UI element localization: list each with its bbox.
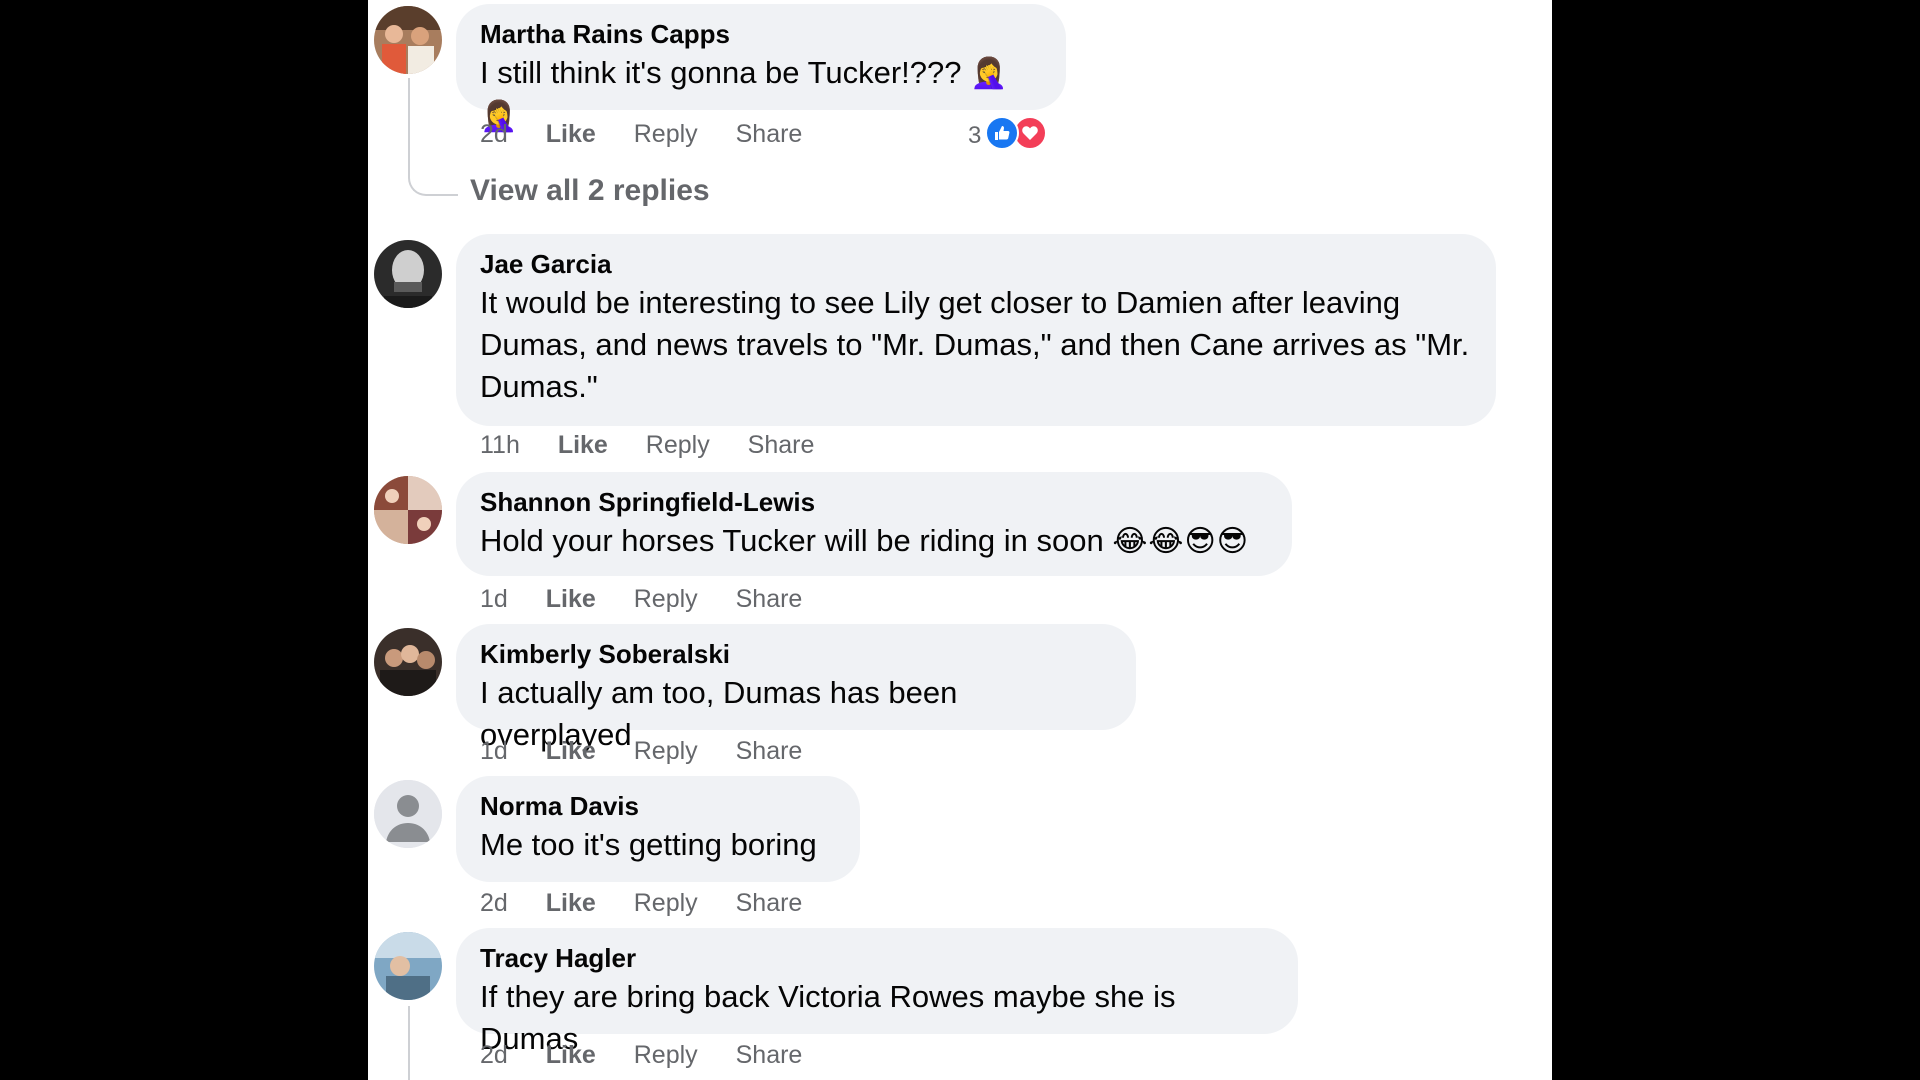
- comment-text: It would be interesting to see Lily get …: [480, 285, 1470, 404]
- comment-bubble: Shannon Springfield-Lewis Hold your hors…: [456, 472, 1292, 576]
- view-replies-link[interactable]: View all 2 replies: [470, 174, 710, 208]
- share-button[interactable]: Share: [736, 1040, 803, 1070]
- reply-button[interactable]: Reply: [634, 119, 698, 149]
- comment-time[interactable]: 2d: [480, 1040, 508, 1070]
- comment-bubble: Jae Garcia It would be interesting to se…: [456, 234, 1496, 426]
- like-button[interactable]: Like: [546, 1040, 596, 1070]
- avatar[interactable]: [374, 628, 442, 696]
- comment-text-content: I still think it's gonna be Tucker!???: [480, 55, 962, 90]
- reply-button[interactable]: Reply: [634, 736, 698, 766]
- thread-line: [408, 1006, 410, 1080]
- like-button[interactable]: Like: [546, 584, 596, 614]
- like-button[interactable]: Like: [546, 736, 596, 766]
- default-avatar-icon: [374, 780, 442, 848]
- reactions-summary[interactable]: 3: [968, 116, 1048, 150]
- reaction-count: 3: [968, 122, 982, 149]
- comment-time[interactable]: 2d: [480, 888, 508, 918]
- comment-actions: 2d Like Reply Share: [480, 1040, 833, 1070]
- avatar[interactable]: [374, 932, 442, 1000]
- share-button[interactable]: Share: [748, 430, 815, 460]
- comment-actions: 2d Like Reply Share: [480, 888, 833, 918]
- comment-bubble: Norma Davis Me too it's getting boring: [456, 776, 860, 882]
- comment-bubble: Kimberly Soberalski I actually am too, D…: [456, 624, 1136, 752]
- avatar[interactable]: [374, 476, 442, 544]
- comment-author[interactable]: Martha Rains Capps: [480, 18, 1042, 50]
- comment-time[interactable]: 1d: [480, 584, 508, 614]
- comment-author[interactable]: Norma Davis: [480, 790, 836, 822]
- comment-actions: 2d Like Reply Share: [480, 119, 833, 149]
- comments-panel: Martha Rains Capps I still think it's go…: [368, 0, 1552, 1080]
- comment-text-content: Hold your horses Tucker will be riding i…: [480, 523, 1104, 558]
- like-button[interactable]: Like: [546, 119, 596, 149]
- share-button[interactable]: Share: [736, 119, 803, 149]
- share-button[interactable]: Share: [736, 584, 803, 614]
- comment-text: Me too it's getting boring: [480, 827, 817, 862]
- thread-connector: [408, 150, 458, 196]
- share-button[interactable]: Share: [736, 736, 803, 766]
- reply-button[interactable]: Reply: [634, 1040, 698, 1070]
- avatar[interactable]: [374, 240, 442, 308]
- reply-button[interactable]: Reply: [634, 888, 698, 918]
- comment-text: Hold your horses Tucker will be riding i…: [480, 520, 1268, 563]
- comment-author[interactable]: Shannon Springfield-Lewis: [480, 486, 1268, 518]
- comment-bubble: Martha Rains Capps I still think it's go…: [456, 4, 1066, 133]
- comment-author[interactable]: Jae Garcia: [480, 248, 1472, 280]
- share-button[interactable]: Share: [736, 888, 803, 918]
- comment-author[interactable]: Tracy Hagler: [480, 942, 1274, 974]
- comment-actions: 11h Like Reply Share: [480, 430, 845, 460]
- comment-author[interactable]: Kimberly Soberalski: [480, 638, 1112, 670]
- like-button[interactable]: Like: [558, 430, 608, 460]
- thumbs-up-icon: [985, 116, 1020, 150]
- comment-actions: 1d Like Reply Share: [480, 736, 833, 766]
- reply-button[interactable]: Reply: [646, 430, 710, 460]
- avatar[interactable]: [374, 780, 442, 848]
- emoji-laughing: 😂😂😎😎: [1112, 525, 1250, 558]
- comment-time[interactable]: 2d: [480, 119, 508, 149]
- like-button[interactable]: Like: [546, 888, 596, 918]
- comment-bubble: Tracy Hagler If they are bring back Vict…: [456, 928, 1298, 1056]
- comment-actions: 1d Like Reply Share: [480, 584, 833, 614]
- comment-time[interactable]: 11h: [480, 430, 520, 460]
- reply-button[interactable]: Reply: [634, 584, 698, 614]
- avatar[interactable]: [374, 6, 442, 74]
- comment-time[interactable]: 1d: [480, 736, 508, 766]
